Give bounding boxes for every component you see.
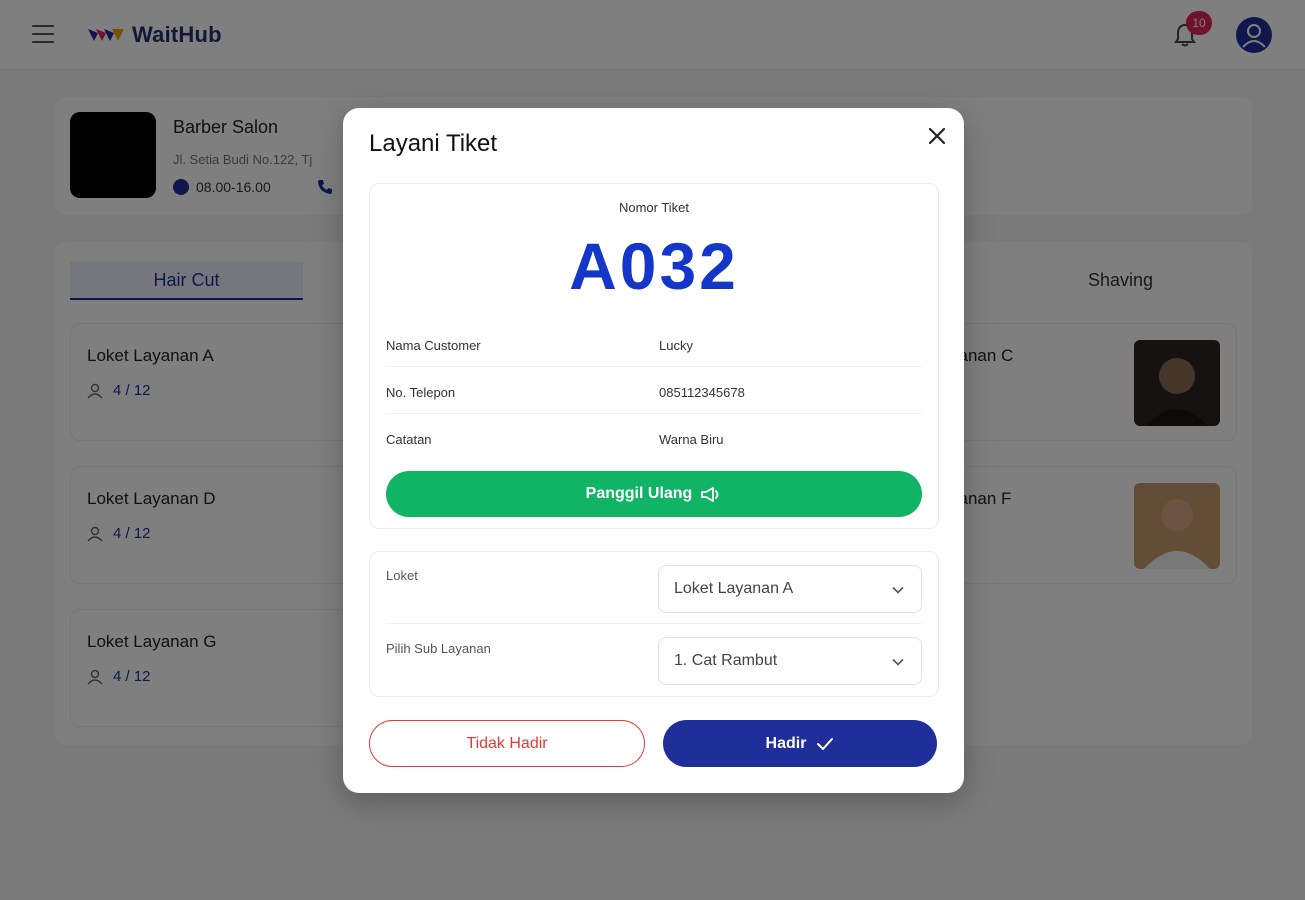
chevron-down-icon	[892, 658, 904, 666]
info-row-notes: Catatan Warna Biru	[386, 415, 922, 461]
megaphone-icon	[701, 487, 719, 502]
recall-button[interactable]: Panggil Ulang	[386, 471, 922, 517]
subservice-select[interactable]: 1. Cat Rambut	[658, 637, 922, 685]
info-value: Warna Biru	[659, 432, 724, 447]
subservice-select-value: 1. Cat Rambut	[674, 652, 778, 669]
counter-select-row: Loket Loket Layanan A	[386, 552, 922, 624]
present-label: Hadir	[765, 734, 807, 752]
info-value: Lucky	[659, 338, 693, 353]
counter-select-value: Loket Layanan A	[674, 580, 794, 597]
counter-select[interactable]: Loket Layanan A	[658, 565, 922, 613]
ticket-details: Nomor Tiket A032 Nama Customer Lucky No.…	[369, 183, 939, 529]
info-row-customer: Nama Customer Lucky	[386, 321, 922, 367]
counter-select-label: Loket	[386, 568, 418, 583]
present-button[interactable]: Hadir	[663, 720, 937, 767]
absent-button[interactable]: Tidak Hadir	[369, 720, 645, 767]
assignment-form: Loket Loket Layanan A Pilih Sub Layanan …	[369, 551, 939, 697]
chevron-down-icon	[892, 586, 904, 594]
info-row-phone: No. Telepon 085112345678	[386, 368, 922, 414]
ticket-number-label: Nomor Tiket	[618, 200, 690, 215]
modal-title: Layani Tiket	[369, 130, 498, 157]
close-icon[interactable]	[925, 124, 949, 148]
subservice-select-label: Pilih Sub Layanan	[386, 641, 491, 656]
recall-label: Panggil Ulang	[585, 485, 693, 502]
check-icon	[817, 737, 834, 750]
info-value: 085112345678	[659, 385, 745, 400]
info-key: Nama Customer	[386, 338, 481, 353]
ticket-number: A032	[569, 229, 739, 303]
serve-ticket-modal: Layani Tiket Nomor Tiket A032 Nama Custo…	[343, 108, 964, 793]
subservice-select-row: Pilih Sub Layanan 1. Cat Rambut	[386, 625, 922, 697]
info-key: No. Telepon	[386, 385, 456, 400]
info-key: Catatan	[386, 432, 432, 447]
